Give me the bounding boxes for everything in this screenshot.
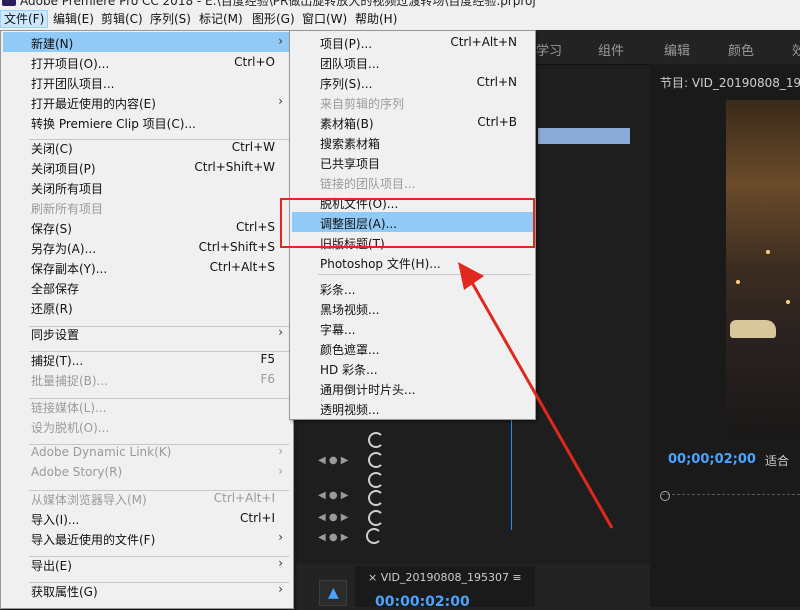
annotation-arrow-line: [464, 271, 614, 529]
annotation-arrow: [458, 262, 614, 529]
annotation-arrow-head: [458, 262, 484, 290]
